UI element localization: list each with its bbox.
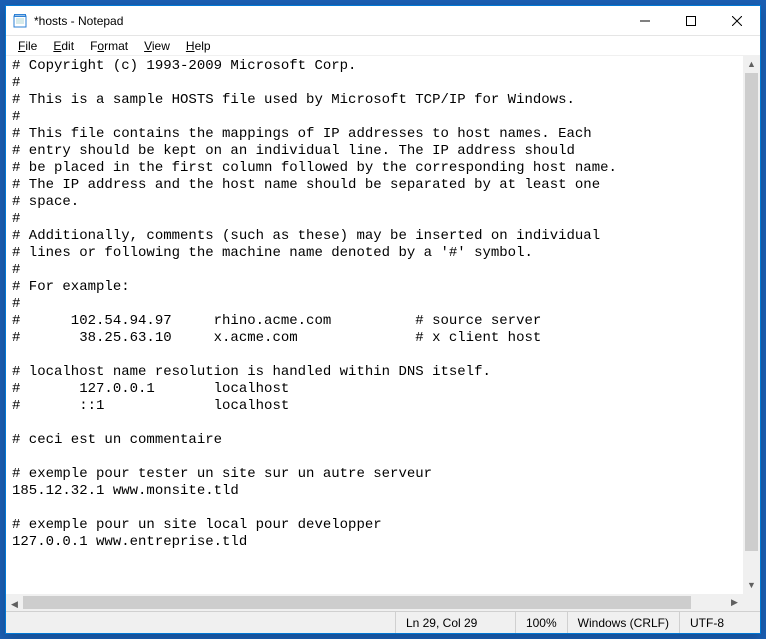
statusbar: Ln 29, Col 29 100% Windows (CRLF) UTF-8 [6,611,760,633]
status-line-ending: Windows (CRLF) [568,612,680,633]
vertical-scroll-thumb[interactable] [745,73,758,551]
maximize-button[interactable] [668,6,714,35]
minimize-button[interactable] [622,6,668,35]
status-zoom: 100% [516,612,568,633]
scroll-down-arrow-icon[interactable]: ▼ [743,577,760,594]
horizontal-scroll-track[interactable] [23,594,726,611]
horizontal-scroll-thumb[interactable] [23,596,691,609]
window-title: *hosts - Notepad [34,14,622,28]
notepad-window: *hosts - Notepad File Edit Format View H… [5,5,761,634]
text-editor[interactable]: # Copyright (c) 1993-2009 Microsoft Corp… [6,56,743,594]
close-button[interactable] [714,6,760,35]
scroll-right-arrow-icon[interactable]: ▶ [726,594,743,611]
menu-edit[interactable]: Edit [45,38,82,54]
menu-file[interactable]: File [10,38,45,54]
statusbar-spacer [6,612,396,633]
titlebar[interactable]: *hosts - Notepad [6,6,760,36]
scroll-left-arrow-icon[interactable]: ◀ [6,596,23,611]
scrollbar-corner [743,594,760,611]
menubar: File Edit Format View Help [6,36,760,56]
menu-help[interactable]: Help [178,38,219,54]
horizontal-scrollbar[interactable]: ◀ ▶ [6,594,760,611]
scroll-up-arrow-icon[interactable]: ▲ [743,56,760,73]
editor-area: # Copyright (c) 1993-2009 Microsoft Corp… [6,56,760,611]
menu-view[interactable]: View [136,38,178,54]
notepad-icon [12,13,28,29]
vertical-scrollbar[interactable]: ▲ ▼ [743,56,760,594]
window-controls [622,6,760,35]
menu-format[interactable]: Format [82,38,136,54]
status-cursor-position: Ln 29, Col 29 [396,612,516,633]
status-encoding: UTF-8 [680,612,760,633]
